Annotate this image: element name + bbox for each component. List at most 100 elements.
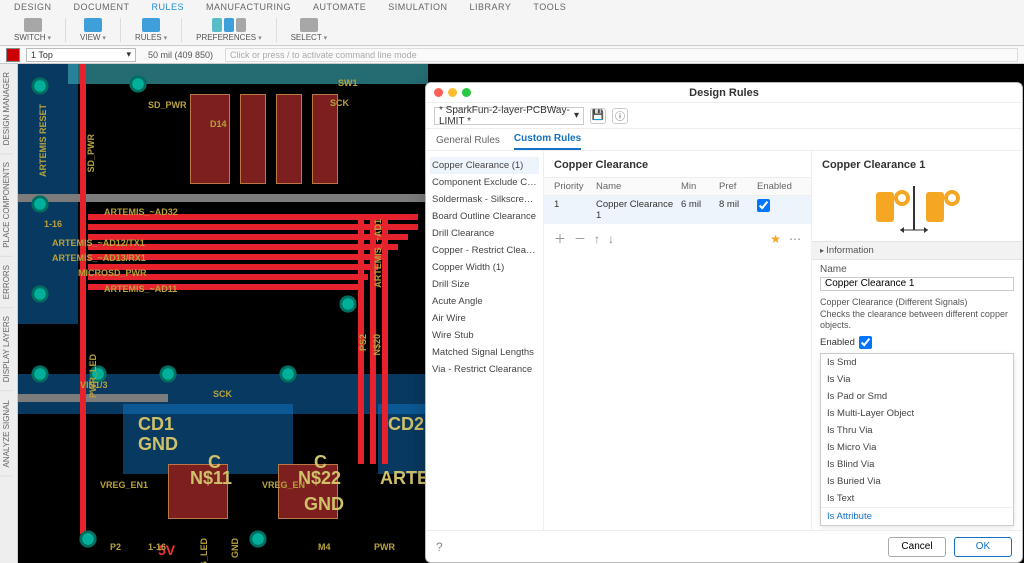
filter-option[interactable]: Is Blind Via: [821, 456, 1013, 473]
rule-category[interactable]: Board Outline Clearance: [430, 208, 539, 225]
star-icon[interactable]: ★: [770, 232, 781, 246]
cancel-button[interactable]: Cancel: [888, 537, 946, 557]
menu-tools[interactable]: TOOLS: [533, 2, 566, 18]
rule-category[interactable]: Copper Clearance (1): [430, 157, 539, 174]
cursor-coords: 50 mil (409 850): [142, 50, 219, 60]
rule-category[interactable]: Wire Stub: [430, 327, 539, 344]
rule-category[interactable]: Acute Angle: [430, 293, 539, 310]
menu-manufacturing[interactable]: MANUFACTURING: [206, 2, 291, 18]
filter-dropdown[interactable]: Is Smd Is Via Is Pad or Smd Is Multi-Lay…: [820, 353, 1014, 526]
clearance-diagram-icon: [872, 186, 962, 236]
silkscreen-label: 1-16: [44, 219, 62, 229]
enabled-label: Enabled: [820, 337, 855, 348]
silkscreen-label: N$11: [190, 468, 232, 489]
filter-option[interactable]: Is Buried Via: [821, 473, 1013, 490]
filter-option[interactable]: Is Multi-Layer Object: [821, 405, 1013, 422]
rule-category-list: Copper Clearance (1) Component Exclude C…: [426, 151, 544, 530]
filter-option[interactable]: Is Thru Via: [821, 422, 1013, 439]
tab-custom-rules[interactable]: Custom Rules: [514, 133, 581, 150]
layer-swatch[interactable]: [6, 48, 20, 62]
rule-name-input[interactable]: [820, 277, 1014, 291]
ribbon-switch[interactable]: SWITCH: [8, 18, 57, 42]
silkscreen-label: ARTEMIS_~AD11: [104, 284, 177, 294]
divider: [120, 18, 121, 42]
filter-option[interactable]: Is Smd: [821, 354, 1013, 371]
menu-rules[interactable]: RULES: [152, 2, 185, 18]
right-title: Copper Clearance 1: [812, 151, 1022, 177]
add-rule-button[interactable]: ＋: [554, 230, 566, 247]
rule-category[interactable]: Copper Width (1): [430, 259, 539, 276]
silkscreen-label: ARTEMIS_~AD12/TX1: [52, 238, 145, 248]
rule-grid: Priority Name Min Pref Enabled 1 Copper …: [544, 177, 811, 224]
rule-category[interactable]: Drill Clearance: [430, 225, 539, 242]
menu-icon[interactable]: ⋯: [789, 232, 801, 246]
window-controls[interactable]: [434, 88, 471, 97]
silkscreen-label: SD_PWR: [148, 100, 187, 110]
workspace: DESIGN MANAGER PLACE COMPONENTS ERRORS D…: [0, 64, 1024, 563]
rule-category[interactable]: Drill Size: [430, 276, 539, 293]
filter-option[interactable]: Is Micro Via: [821, 439, 1013, 456]
select-icon: [300, 18, 318, 32]
rule-category[interactable]: Copper - Restrict Clearance: [430, 242, 539, 259]
filter-option[interactable]: Is Via: [821, 371, 1013, 388]
minimize-icon[interactable]: [448, 88, 457, 97]
help-icon[interactable]: ?: [436, 540, 443, 554]
rule-row[interactable]: 1 Copper Clearance 1 6 mil 8 mil: [544, 196, 811, 224]
ribbon-preferences[interactable]: PREFERENCES: [190, 18, 267, 42]
move-down-button[interactable]: ↓: [608, 232, 614, 246]
silkscreen-label: ARTEMIS_~AD13/RX1: [52, 253, 146, 263]
silkscreen-label: MICROSD_PWR: [78, 268, 147, 278]
silkscreen-label: CHG_LED: [199, 538, 209, 563]
rule-category[interactable]: Component Exclude Clearance: [430, 174, 539, 191]
tab-place-components[interactable]: PLACE COMPONENTS: [0, 154, 13, 257]
rule-enabled-checkbox[interactable]: [757, 199, 770, 212]
ribbon-rules[interactable]: RULES: [129, 18, 173, 42]
move-up-button[interactable]: ↑: [594, 232, 600, 246]
tab-display-layers[interactable]: DISPLAY LAYERS: [0, 308, 13, 391]
menu-automate[interactable]: AUTOMATE: [313, 2, 366, 18]
save-profile-button[interactable]: 💾: [590, 108, 606, 124]
tab-analyze-signal[interactable]: ANALYZE SIGNAL: [0, 392, 13, 476]
rule-category[interactable]: Via - Restrict Clearance: [430, 361, 539, 378]
pref-icon: [224, 18, 234, 32]
maximize-icon[interactable]: [462, 88, 471, 97]
rule-category[interactable]: Matched Signal Lengths: [430, 344, 539, 361]
chevron-down-icon: ▾: [126, 49, 131, 60]
divider: [276, 18, 277, 42]
rule-category[interactable]: Air Wire: [430, 310, 539, 327]
filter-option[interactable]: Is Text: [821, 490, 1013, 507]
filter-option[interactable]: Is Attribute: [821, 507, 1013, 525]
menu-simulation[interactable]: SIMULATION: [388, 2, 447, 18]
tab-errors[interactable]: ERRORS: [0, 257, 13, 308]
context-bar: 1 Top ▾ 50 mil (409 850) Click or press /…: [0, 46, 1024, 64]
silkscreen-label: SD_PWR: [86, 134, 96, 173]
pref-icon: [236, 18, 246, 32]
tab-design-manager[interactable]: DESIGN MANAGER: [0, 64, 13, 154]
grid-header: Priority Name Min Pref Enabled: [544, 177, 811, 196]
silkscreen-label: VREG_EN1: [100, 480, 148, 490]
view-icon: [84, 18, 102, 32]
menu-document[interactable]: DOCUMENT: [74, 2, 130, 18]
tab-general-rules[interactable]: General Rules: [436, 135, 500, 150]
ok-button[interactable]: OK: [954, 537, 1012, 557]
info-section-header[interactable]: Information: [812, 241, 1022, 260]
info-button[interactable]: ⓘ: [612, 108, 628, 124]
dialog-footer: ? Cancel OK: [426, 530, 1022, 562]
profile-select[interactable]: * SparkFun-2-layer-PCBWay-LIMIT *▾: [434, 107, 584, 125]
dialog-toolbar: * SparkFun-2-layer-PCBWay-LIMIT *▾ 💾 ⓘ: [426, 103, 1022, 129]
ribbon-select[interactable]: SELECT: [285, 18, 334, 42]
dialog-titlebar[interactable]: Design Rules: [426, 83, 1022, 103]
silkscreen-label: P2: [110, 542, 121, 552]
menu-design[interactable]: DESIGN: [14, 2, 52, 18]
layer-name: 1 Top: [31, 50, 53, 60]
filter-option[interactable]: Is Pad or Smd: [821, 388, 1013, 405]
menu-library[interactable]: LIBRARY: [470, 2, 512, 18]
remove-rule-button[interactable]: －: [574, 230, 586, 247]
ribbon-view[interactable]: VIEW: [74, 18, 112, 42]
command-line[interactable]: Click or press / to activate command lin…: [225, 48, 1018, 62]
close-icon[interactable]: [434, 88, 443, 97]
rule-enabled-checkbox[interactable]: [859, 336, 872, 349]
profile-name: * SparkFun-2-layer-PCBWay-LIMIT *: [439, 105, 574, 127]
rule-category[interactable]: Soldermask - Silkscreen Clearance: [430, 191, 539, 208]
layer-select[interactable]: 1 Top ▾: [26, 48, 136, 62]
